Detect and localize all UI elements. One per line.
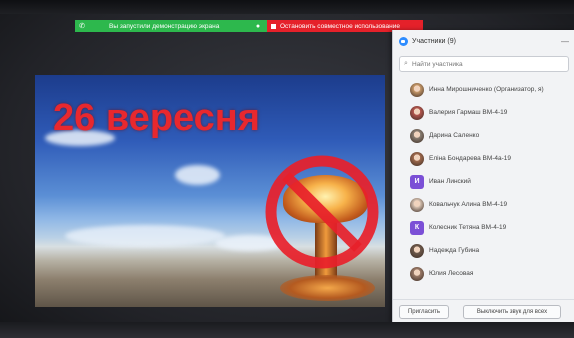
participant-name: Надежда Губина [429, 247, 480, 254]
participant-row[interactable]: Надежда Губина [399, 239, 569, 262]
mute-all-button[interactable]: Выключить звук для всех [463, 305, 561, 319]
cloud [175, 165, 220, 185]
prohibition-sign-icon [265, 155, 379, 269]
participant-name: Еліна Бондарева ВМ-4а-19 [429, 155, 512, 162]
participant-search[interactable]: ⌕ [399, 56, 569, 72]
avatar [410, 243, 424, 258]
mushroom-cloud-base [280, 275, 375, 301]
participant-row[interactable]: Дарина Саленко [399, 124, 569, 147]
participants-header: Участники (9) — [393, 30, 574, 52]
participants-list: Инна Мирошниченко (Организатор, я) Валери… [393, 78, 574, 285]
sharing-status-text: Вы запустили демонстрацию экрана [109, 22, 220, 30]
participant-name: Колесник Тетяна ВМ-4-19 [429, 224, 507, 231]
avatar [410, 128, 424, 143]
sharing-status-bar[interactable]: ✆ Вы запустили демонстрацию экрана ● [75, 20, 267, 32]
zoom-logo-icon [399, 36, 408, 46]
participant-search-input[interactable] [412, 60, 552, 68]
participant-row[interactable]: И Иван Линский [399, 170, 569, 193]
avatar [410, 105, 424, 120]
participant-row[interactable]: Валерия Гармаш ВМ-4-19 [399, 101, 569, 124]
participant-name: Юлия Лесовая [429, 270, 474, 277]
screen-share-toolbar: ✆ Вы запустили демонстрацию экрана ● Ост… [75, 20, 423, 32]
participant-name: Дарина Саленко [429, 132, 480, 139]
avatar: К [410, 220, 424, 235]
phone-icon: ✆ [79, 23, 85, 30]
stop-share-label: Остановить совместное использование [280, 22, 400, 30]
search-icon: ⌕ [404, 60, 408, 67]
avatar [410, 82, 424, 97]
participant-name: Валерия Гармаш ВМ-4-19 [429, 109, 508, 116]
monitor-bezel-top [0, 0, 574, 14]
participant-row[interactable]: Еліна Бондарева ВМ-4а-19 [399, 147, 569, 170]
avatar [410, 197, 424, 212]
participant-row[interactable]: К Колесник Тетяна ВМ-4-19 [399, 216, 569, 239]
pin-icon[interactable]: ● [253, 23, 263, 30]
participant-row[interactable]: Ковальчук Алина ВМ-4-19 [399, 193, 569, 216]
avatar [410, 266, 424, 281]
minimize-button[interactable]: — [561, 37, 569, 46]
participants-title: Участники (9) [412, 37, 456, 45]
stop-icon [271, 23, 276, 29]
participant-name: Инна Мирошниченко (Организатор, я) [429, 86, 544, 93]
avatar: И [410, 174, 424, 189]
invite-button[interactable]: Пригласить [399, 305, 449, 319]
slide-title: 26 вересня [53, 97, 260, 139]
shared-slide: 26 вересня [35, 75, 385, 307]
participant-row[interactable]: Юлия Лесовая [399, 262, 569, 285]
participant-row[interactable]: Инна Мирошниченко (Организатор, я) [399, 78, 569, 101]
cloud [65, 225, 225, 247]
avatar [410, 151, 424, 166]
participant-name: Ковальчук Алина ВМ-4-19 [429, 201, 508, 208]
monitor-bezel-bottom [0, 322, 574, 338]
participant-name: Иван Линский [429, 178, 471, 185]
participants-panel: Участники (9) — ⌕ Инна Мирошниченко (Орг… [392, 30, 574, 324]
participants-footer: Пригласить Выключить звук для всех [393, 299, 574, 324]
